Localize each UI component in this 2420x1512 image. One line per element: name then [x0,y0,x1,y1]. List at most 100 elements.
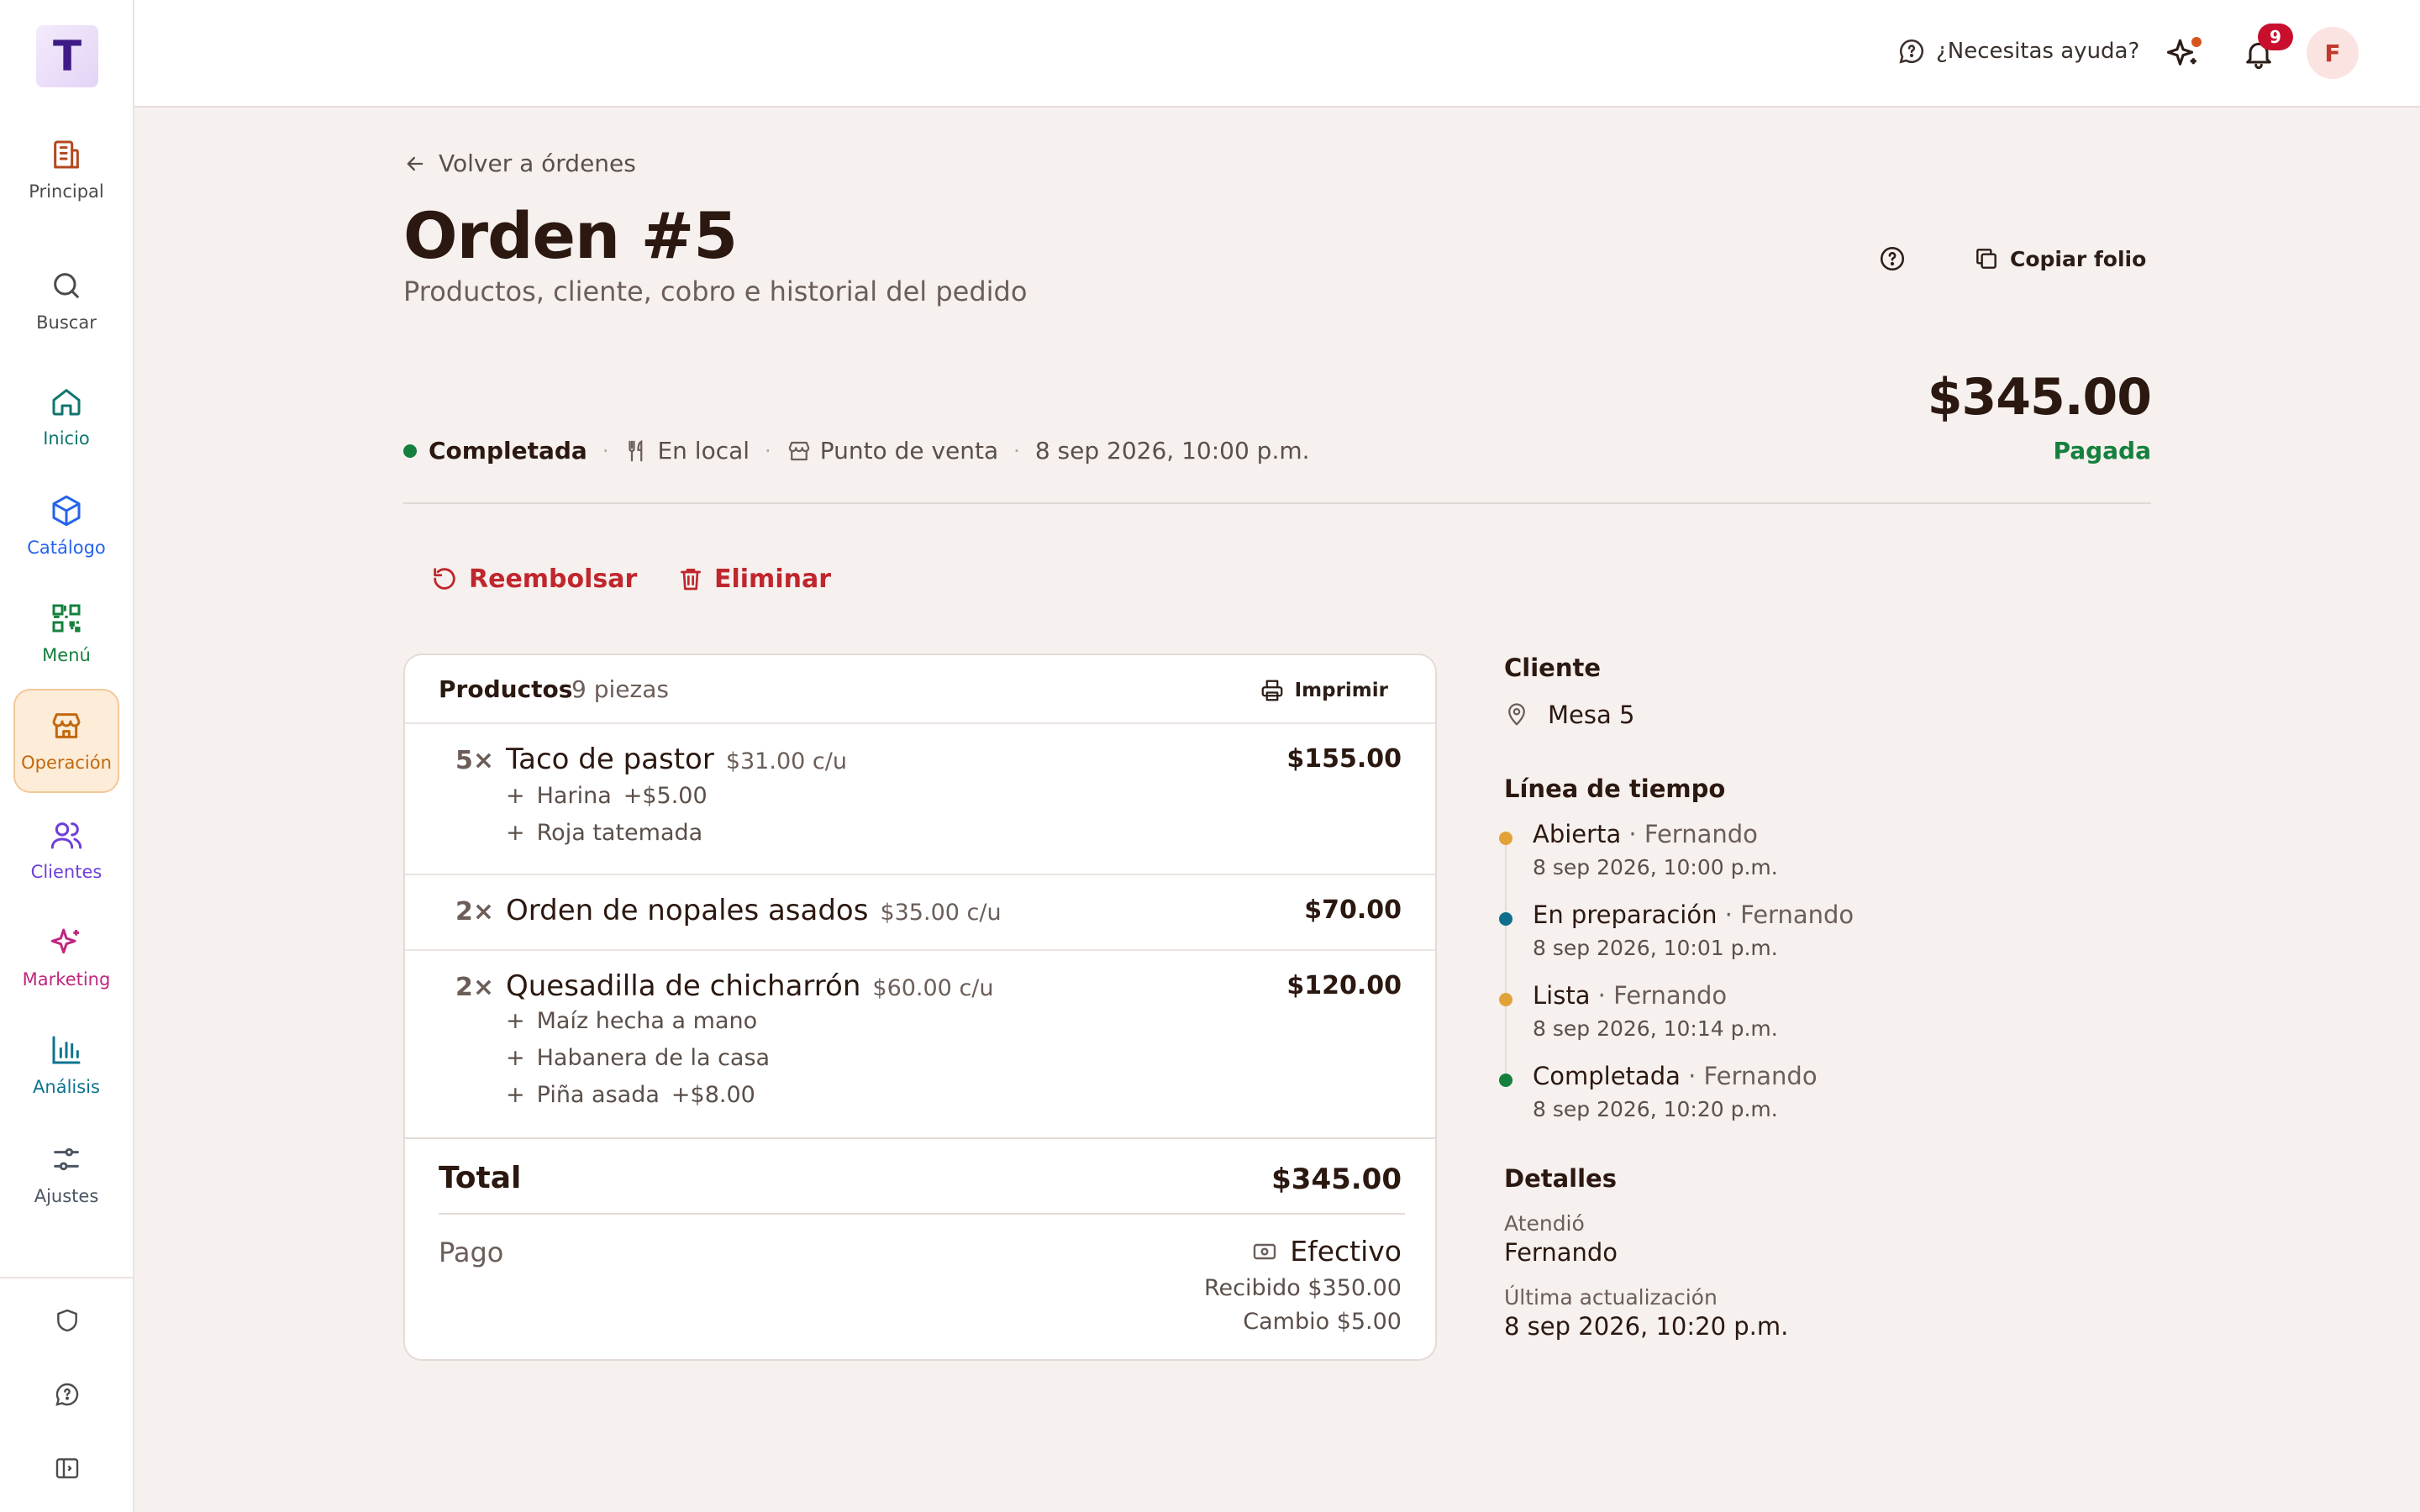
item-name: Taco de pastor [506,743,714,776]
item-quantity: 2× [455,973,495,1002]
print-button[interactable]: Imprimir [1260,674,1388,707]
sidebar-item-principal[interactable]: Principal [13,118,119,222]
help-link[interactable]: ¿Necesitas ayuda? [1897,37,2139,66]
sidebar-item-buscar[interactable]: Buscar [13,249,119,353]
sidebar-item-label: Análisis [33,1077,100,1097]
updated-label: Última actualización [1504,1285,1718,1310]
modifier-name: Harina [536,783,612,809]
page-help-button[interactable] [1874,240,1911,277]
item-modifier: + Piña asada +$8.00 [506,1082,755,1108]
timeline-event: Lista · Fernando [1533,981,1727,1010]
sidebar-item-label: Buscar [36,312,97,333]
separator: · [1013,438,1020,463]
sidebar-item-label: Menú [42,645,91,665]
modifier-sign: + [506,1082,525,1108]
timeline-user: · Fernando [1717,900,1854,929]
timeline-event: Abierta · Fernando [1533,820,1758,848]
timeline-dot [1499,912,1512,926]
item-modifier: + Maíz hecha a mano [506,1008,757,1034]
sidebar-item-clientes[interactable]: Clientes [13,798,119,902]
payment-label: Pago [439,1236,504,1268]
printer-icon [1260,678,1285,703]
refund-icon [430,564,459,593]
copy-folio-button[interactable]: Copiar folio [1973,240,2146,277]
security-button[interactable] [42,1295,92,1346]
products-card: Productos 9 piezas Imprimir 5× Taco de p… [403,654,1437,1361]
map-pin-icon [1504,702,1529,727]
collapse-sidebar-button[interactable] [42,1443,92,1494]
sidebar-item-label: Inicio [43,428,90,449]
sidebar-item-label: Operación [21,753,112,773]
modifier-name: Maíz hecha a mano [536,1008,758,1034]
timeline-status: Completada [1533,1062,1681,1090]
item-modifier: + Roja tatemada [506,820,702,846]
item-name-row: Taco de pastor $31.00 c/u [506,743,847,776]
order-meta-row: Completada · En local · Punto de venta ·… [403,437,1310,465]
delete-label: Eliminar [714,564,831,594]
sidebar-item-label: Ajustes [34,1186,99,1206]
sidebar-item-menu[interactable]: Menú [13,581,119,685]
sidebar-item-label: Marketing [22,969,111,990]
timeline-dot [1499,832,1512,845]
sidebar-item-inicio[interactable]: Inicio [13,365,119,469]
item-modifier: + Harina +$5.00 [506,783,708,809]
service-type-label: En local [657,437,750,465]
item-name-row: Orden de nopales asados $35.00 c/u [506,894,1002,927]
sidebar-item-label: Principal [29,181,104,202]
avatar[interactable]: F [2307,27,2359,79]
delete-button[interactable]: Eliminar [677,558,831,600]
back-label: Volver a órdenes [439,150,636,177]
modifier-sign: + [506,820,525,846]
sidebar-item-analisis[interactable]: Análisis [13,1013,119,1117]
order-line-item[interactable]: 2× Orden de nopales asados $35.00 c/u $7… [405,875,1435,951]
order-line-item[interactable]: 5× Taco de pastor $31.00 c/u $155.00 + H… [405,724,1435,875]
sidebar-divider [0,1277,134,1278]
payment-received: Recibido $350.00 [1203,1275,1402,1301]
sliders-icon [50,1142,83,1176]
sidebar-item-ajustes[interactable]: Ajustes [13,1122,119,1226]
help-circle-icon [1897,37,1926,66]
sidebar-item-operacion[interactable]: Operación [13,689,119,793]
sidebar-item-label: Clientes [30,862,103,882]
divider [403,502,2151,504]
total-row: Total $345.00 [405,1137,1435,1215]
ai-indicator-dot [2190,35,2203,49]
order-total-amount: $345.00 [1927,368,2152,427]
timeline-time: 8 sep 2026, 10:14 p.m. [1533,1016,1778,1041]
support-button[interactable] [42,1369,92,1420]
utensils-icon [623,438,649,464]
bar-chart-icon [50,1033,83,1067]
question-circle-icon [1878,244,1907,273]
app-logo[interactable]: T [36,25,98,87]
refund-button[interactable]: Reembolsar [430,558,637,600]
sidebar-item-label: Catálogo [27,538,106,558]
order-line-item[interactable]: 2× Quesadilla de chicharrón $60.00 c/u $… [405,951,1435,1137]
modifier-name: Piña asada [536,1082,660,1108]
item-quantity: 5× [455,746,495,775]
print-label: Imprimir [1294,680,1388,701]
refund-label: Reembolsar [469,564,638,594]
page-title: Orden #5 [403,198,738,273]
order-status: Completada [429,437,587,465]
payment-method-label: Efectivo [1290,1235,1402,1268]
sidebar-item-catalogo[interactable]: Catálogo [13,474,119,578]
item-name: Quesadilla de chicharrón [506,969,861,1003]
item-amount: $70.00 [1304,895,1402,925]
sales-channel: Punto de venta [786,437,998,465]
order-datetime: 8 sep 2026, 10:00 p.m. [1034,437,1310,465]
copy-icon [1973,245,2000,272]
sidebar-item-marketing[interactable]: Marketing [13,906,119,1010]
back-to-orders-link[interactable]: Volver a órdenes [403,150,636,177]
cash-icon [1251,1238,1278,1265]
item-name: Orden de nopales asados [506,894,869,927]
help-label: ¿Necesitas ayuda? [1936,39,2140,64]
timeline-status: Abierta [1533,820,1622,848]
item-modifier: + Habanera de la casa [506,1045,770,1071]
updated-value: 8 sep 2026, 10:20 p.m. [1504,1312,1789,1341]
modifier-sign: + [506,783,525,809]
client-location-label: Mesa 5 [1548,701,1635,729]
item-name-row: Quesadilla de chicharrón $60.00 c/u [506,969,994,1003]
chat-help-icon [54,1381,81,1408]
sparkles-icon [50,926,83,959]
attended-label: Atendió [1504,1211,1585,1236]
